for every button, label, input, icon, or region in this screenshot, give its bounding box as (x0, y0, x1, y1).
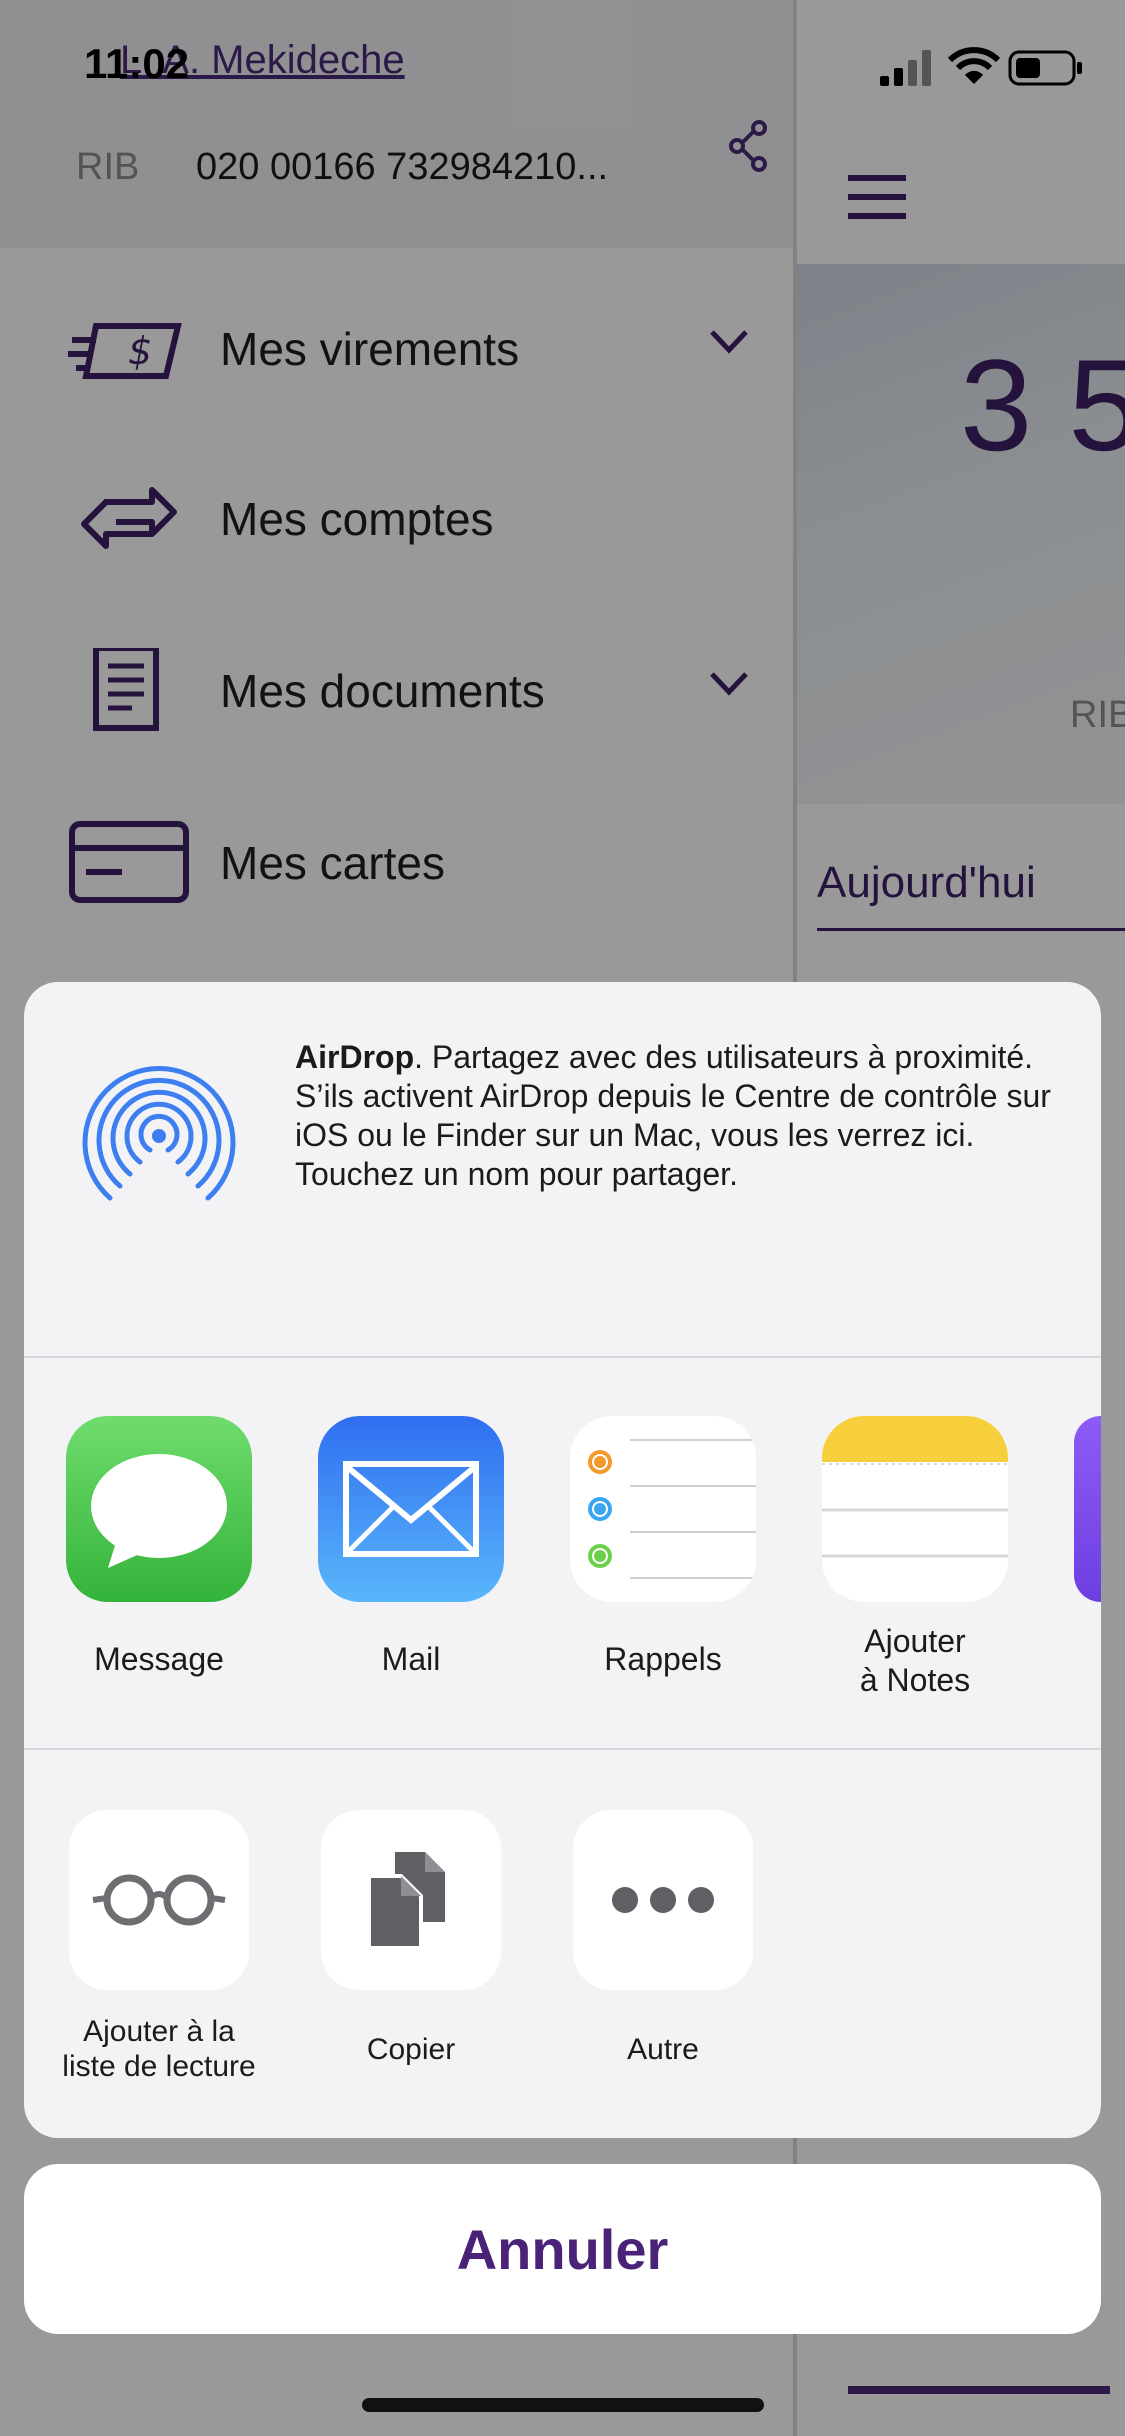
action-label: Copier (366, 2033, 456, 2066)
action-label: Autre (627, 2033, 699, 2066)
airdrop-icon[interactable] (80, 1058, 238, 1204)
action-label: Ajouter à la liste de lecture (62, 2015, 256, 2083)
copy-icon (367, 1852, 445, 1950)
messages-app-icon (66, 1416, 252, 1602)
action-copy[interactable] (321, 1810, 501, 1990)
home-indicator[interactable] (362, 2398, 764, 2412)
notes-app-icon (822, 1416, 1008, 1602)
status-time: 11:02 (84, 40, 190, 87)
action-add-reading-list[interactable] (69, 1810, 249, 1990)
share-app-label: Mail (381, 1641, 441, 1677)
more-icon (612, 1887, 714, 1913)
share-app-label: Message (94, 1641, 224, 1677)
separator (24, 1748, 1101, 1750)
separator (24, 1356, 1101, 1358)
share-app-notes[interactable] (822, 1416, 1008, 1602)
airdrop-title: AirDrop (295, 1039, 415, 1075)
glasses-icon (92, 1874, 226, 1926)
wifi-icon (948, 47, 1000, 84)
action-more[interactable] (573, 1810, 753, 1990)
share-app-message[interactable] (66, 1416, 252, 1602)
cancel-button[interactable]: Annuler (24, 2164, 1101, 2334)
share-app-rappels[interactable] (570, 1416, 756, 1602)
share-app-label: Ajouter à Notes (859, 1623, 971, 1698)
cancel-label: Annuler (456, 2217, 669, 2281)
battery-icon (1008, 50, 1082, 86)
mail-app-icon (318, 1416, 504, 1602)
airdrop-description: AirDrop. Partagez avec des utilisateurs … (295, 1038, 1055, 1194)
share-app-mail[interactable] (318, 1416, 504, 1602)
cellular-signal-icon (880, 50, 931, 86)
reminders-app-icon (570, 1416, 756, 1602)
share-app-label: Rappels (604, 1641, 722, 1677)
share-app-partial[interactable] (1074, 1416, 1101, 1602)
